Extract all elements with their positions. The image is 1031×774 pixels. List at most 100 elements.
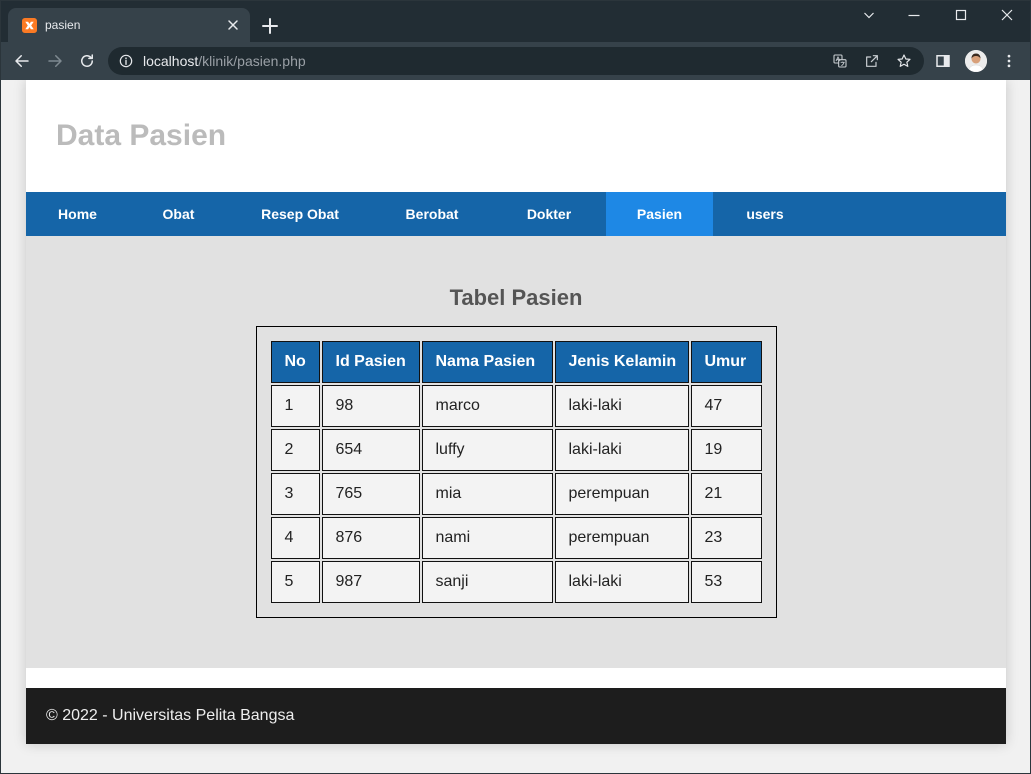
url-path: /klinik/pasien.php	[198, 53, 306, 69]
footer-spacer	[26, 668, 1006, 688]
cell-umur: 19	[690, 429, 762, 471]
browser-toolbar: localhost/klinik/pasien.php	[0, 42, 1031, 80]
cell-nama-pasien: luffy	[421, 429, 553, 471]
nav-item-resep-obat[interactable]: Resep Obat	[228, 192, 372, 236]
cell-umur: 47	[690, 385, 762, 427]
url-host: localhost	[143, 53, 199, 69]
table-container: No Id Pasien Nama Pasien Jenis Kelamin U…	[255, 326, 777, 618]
avatar[interactable]	[965, 50, 987, 72]
back-button[interactable]	[13, 52, 31, 70]
nav-link-obat[interactable]: Obat	[129, 192, 228, 236]
close-icon[interactable]	[1000, 8, 1014, 22]
patient-table: No Id Pasien Nama Pasien Jenis Kelamin U…	[269, 339, 764, 605]
chevron-down-icon[interactable]	[862, 8, 876, 22]
nav-link-resep-obat[interactable]: Resep Obat	[228, 192, 372, 236]
cell-umur: 21	[690, 473, 762, 515]
cell-no: 5	[270, 561, 320, 603]
nav-item-home[interactable]: Home	[26, 192, 129, 236]
tab-close-icon[interactable]	[226, 18, 240, 32]
nav-item-dokter[interactable]: Dokter	[492, 192, 606, 236]
nav-link-home[interactable]: Home	[26, 192, 129, 236]
column-header-umur: Umur	[690, 341, 762, 383]
nav-item-obat[interactable]: Obat	[129, 192, 228, 236]
cell-jenis-kelamin: perempuan	[554, 517, 689, 559]
cell-no: 4	[270, 517, 320, 559]
cell-nama-pasien: sanji	[421, 561, 553, 603]
main-content: Tabel Pasien No Id Pasien Nama Pasien Je…	[26, 236, 1006, 668]
cell-jenis-kelamin: laki-laki	[554, 561, 689, 603]
side-panel-icon	[936, 55, 950, 67]
cell-id-pasien: 987	[321, 561, 420, 603]
cell-jenis-kelamin: perempuan	[554, 473, 689, 515]
cell-nama-pasien: nami	[421, 517, 553, 559]
back-arrow-icon	[15, 55, 29, 67]
table-row: 3 765 mia perempuan 21	[270, 473, 762, 515]
main-nav: Home Obat Resep Obat Berobat Dokter Pasi…	[26, 192, 1006, 236]
column-header-id-pasien: Id Pasien	[321, 341, 420, 383]
star-icon	[897, 54, 911, 67]
side-panel-button[interactable]	[934, 52, 952, 70]
plus-icon[interactable]	[261, 17, 279, 35]
table-head: No Id Pasien Nama Pasien Jenis Kelamin U…	[270, 341, 762, 383]
share-button[interactable]	[864, 53, 880, 69]
translate-icon	[833, 54, 847, 68]
page-title: Data Pasien	[56, 119, 227, 152]
nav-item-berobat[interactable]: Berobat	[372, 192, 492, 236]
reload-icon	[81, 54, 93, 67]
browser-menu-button[interactable]	[1000, 52, 1018, 70]
table-row: 5 987 sanji laki-laki 53	[270, 561, 762, 603]
cell-no: 2	[270, 429, 320, 471]
site-info-button[interactable]	[118, 53, 134, 69]
translate-button[interactable]	[832, 53, 848, 69]
footer-text: © 2022 - Universitas Pelita Bangsa	[46, 707, 295, 724]
page-container: Data Pasien Home Obat Resep Obat Berobat…	[26, 80, 1006, 744]
table-row: 4 876 nami perempuan 23	[270, 517, 762, 559]
reload-button[interactable]	[78, 52, 96, 70]
site-header: Data Pasien	[26, 80, 1006, 192]
site-footer: © 2022 - Universitas Pelita Bangsa	[26, 688, 1006, 744]
xampp-icon	[22, 18, 37, 33]
cell-jenis-kelamin: laki-laki	[554, 385, 689, 427]
share-icon	[866, 55, 878, 67]
browser-tab-strip: pasien	[0, 0, 1031, 42]
cell-no: 3	[270, 473, 320, 515]
nav-link-berobat[interactable]: Berobat	[372, 192, 492, 236]
kebab-menu-icon	[1007, 54, 1011, 68]
tab-title: pasien	[45, 18, 81, 32]
forward-button[interactable]	[46, 52, 64, 70]
address-bar[interactable]: localhost/klinik/pasien.php	[108, 47, 924, 75]
table-row: 1 98 marco laki-laki 47	[270, 385, 762, 427]
cell-nama-pasien: marco	[421, 385, 553, 427]
forward-arrow-icon	[48, 55, 62, 67]
table-title: Tabel Pasien	[449, 285, 583, 310]
nav-link-pasien[interactable]: Pasien	[606, 192, 713, 236]
nav-link-dokter[interactable]: Dokter	[492, 192, 606, 236]
cell-id-pasien: 876	[321, 517, 420, 559]
url-text[interactable]: localhost/klinik/pasien.php	[143, 47, 306, 75]
cell-no: 1	[270, 385, 320, 427]
nav-item-pasien[interactable]: Pasien	[606, 192, 713, 236]
cell-umur: 23	[690, 517, 762, 559]
page-viewport: Data Pasien Home Obat Resep Obat Berobat…	[0, 80, 1031, 774]
cell-jenis-kelamin: laki-laki	[554, 429, 689, 471]
maximize-icon[interactable]	[954, 8, 968, 22]
bookmark-button[interactable]	[896, 53, 912, 69]
nav-link-users[interactable]: users	[713, 192, 817, 236]
column-header-jenis-kelamin: Jenis Kelamin	[554, 341, 689, 383]
column-header-no: No	[270, 341, 320, 383]
cell-umur: 53	[690, 561, 762, 603]
cell-nama-pasien: mia	[421, 473, 553, 515]
table-header-row: No Id Pasien Nama Pasien Jenis Kelamin U…	[270, 341, 762, 383]
info-icon	[119, 54, 133, 68]
cell-id-pasien: 98	[321, 385, 420, 427]
nav-list: Home Obat Resep Obat Berobat Dokter Pasi…	[26, 192, 1006, 236]
minimize-icon[interactable]	[907, 8, 921, 22]
browser-tab[interactable]: pasien	[8, 8, 250, 42]
table-body: 1 98 marco laki-laki 47 2 654 luffy laki…	[270, 385, 762, 603]
cell-id-pasien: 654	[321, 429, 420, 471]
nav-item-users[interactable]: users	[713, 192, 817, 236]
table-row: 2 654 luffy laki-laki 19	[270, 429, 762, 471]
column-header-nama-pasien: Nama Pasien	[421, 341, 553, 383]
cell-id-pasien: 765	[321, 473, 420, 515]
profile-avatar-icon	[965, 50, 987, 72]
